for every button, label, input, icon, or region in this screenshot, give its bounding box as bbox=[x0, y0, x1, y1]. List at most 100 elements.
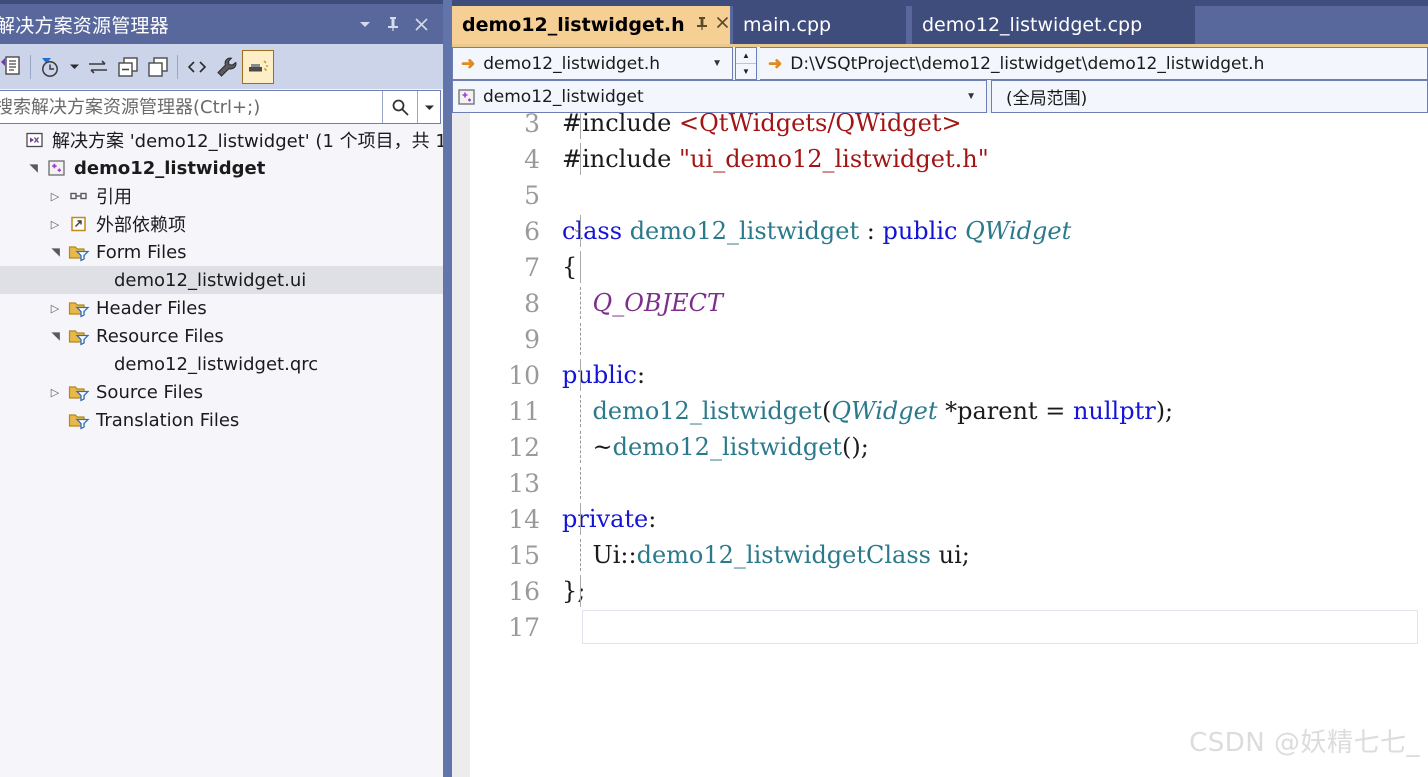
home-view-icon[interactable] bbox=[0, 51, 26, 83]
expander-closed-icon[interactable]: ▷ bbox=[44, 302, 66, 315]
code-line[interactable]: 8 Q_OBJECT bbox=[452, 285, 1428, 321]
tree-item[interactable]: ▷ Source Files bbox=[0, 378, 443, 406]
editor-tab[interactable]: main.cpp bbox=[733, 6, 906, 44]
tree-item-label: demo12_listwidget.qrc bbox=[114, 353, 319, 375]
spinner-up-icon[interactable]: ▲ bbox=[736, 48, 756, 64]
sync-with-active-document-icon[interactable] bbox=[83, 51, 113, 83]
code-line[interactable]: 7{ bbox=[452, 249, 1428, 285]
preview-selected-items-icon[interactable] bbox=[242, 49, 274, 84]
tree-item[interactable]: demo12_listwidget.qrc bbox=[0, 350, 443, 378]
structure-guide-line bbox=[580, 503, 583, 535]
line-number: 3 bbox=[524, 113, 540, 138]
filter-dropdown-caret-icon[interactable] bbox=[65, 51, 83, 83]
tree-item-label: 外部依赖项 bbox=[96, 215, 186, 236]
tree-item[interactable]: Translation Files bbox=[0, 406, 443, 434]
line-number: 5 bbox=[524, 180, 540, 210]
navbar-file-path[interactable]: ➜ D:\VSQtProject\demo12_listwidget\demo1… bbox=[760, 47, 1428, 80]
tree-item[interactable]: 解决方案 'demo12_listwidget' (1 个项目，共 1 个 bbox=[0, 126, 443, 154]
expander-open-icon[interactable]: ◢ bbox=[49, 241, 62, 263]
code-text: demo12_listwidget(QWidget *parent = null… bbox=[550, 397, 1174, 425]
tree-item[interactable]: ▷ 引用 bbox=[0, 182, 443, 210]
line-number: 17 bbox=[508, 612, 540, 642]
code-line[interactable]: 5 bbox=[452, 177, 1428, 213]
spinner-down-icon[interactable]: ▼ bbox=[736, 64, 756, 79]
line-number: 8 bbox=[524, 288, 540, 318]
tree-item-selected[interactable]: demo12_listwidget.ui bbox=[0, 266, 443, 294]
collapse-region-chevron-down-icon[interactable]: ⌄ bbox=[572, 221, 582, 235]
tab-label: main.cpp bbox=[743, 14, 832, 36]
line-number: 11 bbox=[508, 396, 540, 426]
pending-changes-filter-icon[interactable] bbox=[35, 51, 65, 83]
code-line[interactable]: 15 Ui::demo12_listwidgetClass ui; bbox=[452, 537, 1428, 573]
solution-explorer-search[interactable] bbox=[0, 90, 441, 124]
filter-folder-icon bbox=[66, 410, 92, 430]
editor-tab[interactable]: demo12_listwidget.cpp bbox=[912, 6, 1195, 44]
code-line[interactable]: 4 #include "ui_demo12_listwidget.h" bbox=[452, 141, 1428, 177]
navbar-spinner[interactable]: ▲ ▼ bbox=[735, 47, 757, 80]
search-options-chevron-down-icon[interactable] bbox=[417, 91, 440, 123]
search-icon[interactable] bbox=[382, 91, 417, 123]
tree-item[interactable]: ▷ 外部依赖项 bbox=[0, 210, 443, 238]
code-line[interactable]: 9 bbox=[452, 321, 1428, 357]
code-token: : bbox=[636, 361, 646, 389]
tree-item[interactable]: ◢ Resource Files bbox=[0, 322, 443, 350]
editor-tab-active[interactable]: demo12_listwidget.h bbox=[452, 6, 730, 44]
code-line[interactable]: 6 class demo12_listwidget : public QWidge… bbox=[452, 213, 1428, 249]
tree-item[interactable]: ▷ Header Files bbox=[0, 294, 443, 322]
search-input[interactable] bbox=[0, 95, 382, 119]
structure-guide-line bbox=[580, 467, 583, 499]
pin-icon[interactable] bbox=[695, 16, 715, 35]
code-line[interactable]: 16}; bbox=[452, 573, 1428, 609]
pin-icon[interactable] bbox=[386, 16, 400, 32]
chevron-down-icon[interactable]: ▼ bbox=[712, 58, 732, 69]
panel-splitter[interactable] bbox=[443, 0, 452, 777]
expander-closed-icon[interactable]: ▷ bbox=[44, 218, 66, 231]
code-token: public bbox=[882, 217, 966, 245]
tree-item-label: Form Files bbox=[96, 241, 187, 263]
code-line[interactable]: 3 #include <QtWidgets/QWidget> bbox=[452, 113, 1428, 141]
code-line[interactable]: 11 demo12_listwidget(QWidget *parent = n… bbox=[452, 393, 1428, 429]
code-editor[interactable]: 3 #include <QtWidgets/QWidget> 4 #include "… bbox=[452, 113, 1428, 777]
code-token: Q_OBJECT bbox=[562, 289, 724, 317]
code-token: <QtWidgets/QWidget> bbox=[679, 113, 962, 137]
watermark: CSDN @妖精七七_ bbox=[1189, 728, 1420, 758]
code-line[interactable]: 10 public: bbox=[452, 357, 1428, 393]
expander-closed-icon[interactable]: ▷ bbox=[44, 190, 66, 203]
expander-closed-icon[interactable]: ▷ bbox=[44, 386, 66, 399]
navbar-file-dropdown[interactable]: ➜ demo12_listwidget.h ▼ bbox=[452, 47, 733, 80]
structure-guide-line bbox=[580, 323, 583, 355]
show-all-files-icon[interactable] bbox=[143, 51, 173, 83]
collapse-all-icon[interactable] bbox=[113, 51, 143, 83]
line-number: 6 bbox=[524, 216, 540, 246]
close-icon[interactable] bbox=[414, 17, 429, 32]
code-token: QWidget bbox=[965, 217, 1072, 245]
tree-item-label: 引用 bbox=[96, 187, 132, 208]
tree-item-label: demo12_listwidget bbox=[74, 157, 266, 179]
code-token: ); bbox=[1155, 397, 1174, 425]
code-token: nullptr bbox=[1072, 397, 1156, 425]
expander-open-icon[interactable]: ◢ bbox=[49, 325, 62, 347]
solution-icon bbox=[22, 130, 48, 150]
code-token: demo12_listwidget bbox=[592, 397, 822, 425]
properties-wrench-icon[interactable] bbox=[212, 51, 242, 83]
line-number: 15 bbox=[508, 540, 540, 570]
code-token: demo12_listwidget bbox=[612, 433, 843, 461]
chevron-down-icon[interactable]: ▼ bbox=[966, 91, 986, 102]
cpp-project-icon bbox=[44, 158, 70, 178]
solution-explorer-toolbar bbox=[0, 44, 443, 89]
code-line[interactable]: 13 bbox=[452, 465, 1428, 501]
tree-item-label: Source Files bbox=[96, 381, 204, 403]
expander-open-icon[interactable]: ◢ bbox=[27, 157, 40, 179]
structure-guide-line bbox=[580, 395, 583, 427]
editor-tabstrip: demo12_listwidget.h main.cpp demo12_listw… bbox=[452, 0, 1428, 44]
code-line[interactable]: 14 private: bbox=[452, 501, 1428, 537]
chevron-down-icon[interactable] bbox=[358, 17, 372, 31]
line-number: 12 bbox=[508, 432, 540, 462]
scope-dropdown[interactable]: (全局范围) bbox=[991, 80, 1428, 113]
tree-item[interactable]: ◢ Form Files bbox=[0, 238, 443, 266]
view-code-icon[interactable] bbox=[182, 51, 212, 83]
tree-item[interactable]: ◢ demo12_listwidget bbox=[0, 154, 443, 182]
class-dropdown[interactable]: demo12_listwidget ▼ bbox=[452, 80, 987, 113]
code-line[interactable]: 12 ~demo12_listwidget(); bbox=[452, 429, 1428, 465]
solution-tree: 解决方案 'demo12_listwidget' (1 个项目，共 1 个 ◢ d… bbox=[0, 126, 443, 777]
